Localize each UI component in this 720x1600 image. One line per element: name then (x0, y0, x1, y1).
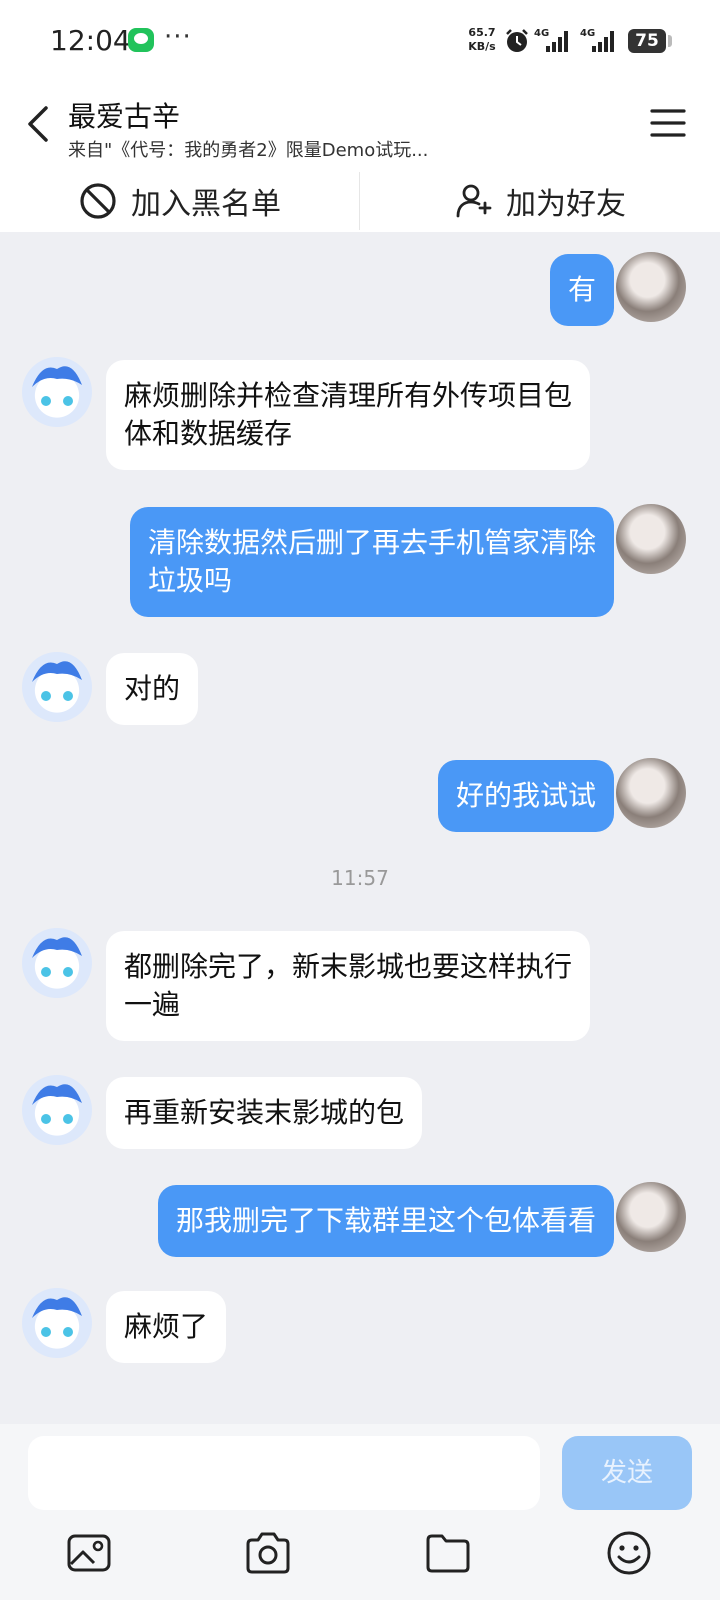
signal-type-label: 4G (534, 28, 550, 39)
back-icon[interactable] (20, 102, 60, 146)
battery-level: 75 (635, 31, 659, 51)
alarm-icon (506, 29, 528, 52)
sent-message-bubble[interactable]: 有 (549, 254, 614, 326)
contact-avatar[interactable] (22, 652, 92, 722)
chat-message-list[interactable]: 有 麻烦删除并检查清理所有外传项目包体和数据缓存 清除数据然后删了再去手机管家清… (0, 232, 720, 1424)
received-message-bubble[interactable]: 麻烦删除并检查清理所有外传项目包体和数据缓存 (106, 360, 590, 470)
sent-message-bubble[interactable]: 那我删完了下载群里这个包体看看 (157, 1185, 614, 1257)
emoji-icon[interactable] (604, 1528, 654, 1578)
wechat-notification-icon (128, 28, 154, 52)
chat-header: 最爱古辛 来自"《代号：我的勇者2》限量Demo试玩... (0, 80, 720, 170)
add-friend-label: 加为好友 (506, 187, 626, 222)
add-friend-icon (456, 184, 492, 218)
add-to-blacklist-button[interactable]: 加入黑名单 (0, 170, 360, 232)
contact-avatar[interactable] (22, 928, 92, 998)
message-input[interactable] (28, 1436, 540, 1510)
my-avatar[interactable] (616, 1182, 686, 1252)
status-bar: 12:04 ··· 65.7 KB/s 4G 4G 75 (0, 0, 720, 80)
my-avatar[interactable] (616, 252, 686, 322)
add-to-blacklist-label: 加入黑名单 (131, 187, 281, 222)
status-time: 12:04 (50, 24, 131, 57)
received-message-bubble[interactable]: 都删除完了，新末影城也要这样执行一遍 (106, 931, 590, 1041)
my-avatar[interactable] (616, 504, 686, 574)
add-friend-button[interactable]: 加为好友 (360, 170, 720, 232)
message-input-bar: 发送 (0, 1424, 720, 1600)
action-divider (359, 172, 360, 230)
contact-avatar[interactable] (22, 1288, 92, 1358)
sent-message-bubble[interactable]: 清除数据然后删了再去手机管家清除垃圾吗 (130, 507, 614, 617)
stranger-action-bar: 加入黑名单 加为好友 (0, 170, 720, 232)
my-avatar[interactable] (616, 758, 686, 828)
network-speed: 65.7 KB/s (462, 26, 502, 54)
battery-icon: 75 (628, 29, 672, 53)
signal-icon: 4G (534, 28, 574, 54)
received-message-bubble[interactable]: 对的 (106, 653, 199, 725)
block-icon (80, 183, 116, 219)
contact-avatar[interactable] (22, 357, 92, 427)
contact-avatar[interactable] (22, 1075, 92, 1145)
message-timestamp: 11:57 (331, 866, 389, 890)
image-icon[interactable] (64, 1528, 114, 1578)
camera-icon[interactable] (243, 1528, 293, 1578)
folder-icon[interactable] (423, 1528, 473, 1578)
more-notifications-icon: ··· (164, 22, 192, 52)
network-speed-unit: KB/s (468, 40, 496, 53)
signal-type-label: 4G (580, 28, 596, 39)
menu-icon[interactable] (650, 106, 686, 140)
received-message-bubble[interactable]: 再重新安装末影城的包 (106, 1077, 423, 1149)
send-button[interactable]: 发送 (562, 1436, 692, 1510)
chat-title: 最爱古辛 (68, 100, 181, 133)
chat-source-subtitle: 来自"《代号：我的勇者2》限量Demo试玩... (68, 140, 429, 161)
signal-icon: 4G (580, 28, 620, 54)
received-message-bubble[interactable]: 麻烦了 (106, 1291, 227, 1363)
sent-message-bubble[interactable]: 好的我试试 (437, 760, 614, 832)
network-speed-value: 65.7 (468, 26, 496, 39)
